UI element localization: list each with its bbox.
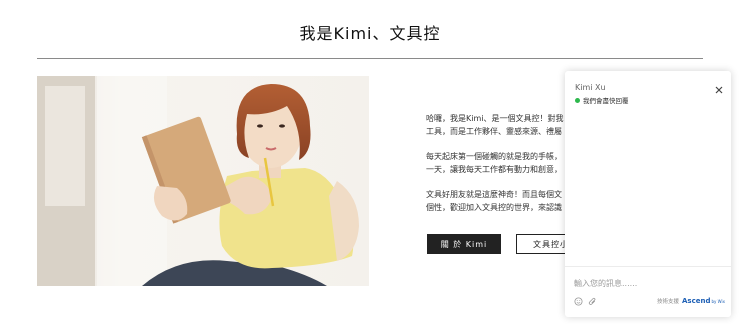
online-status-dot-icon bbox=[575, 97, 580, 103]
ascend-logo-suffix: by Wix bbox=[711, 299, 726, 304]
emoji-icon[interactable] bbox=[574, 297, 583, 306]
intro-line: 一天，讓我每天工作都有動力和創意， bbox=[426, 165, 562, 174]
chat-tools bbox=[574, 297, 597, 306]
hero-photo-woman-reading-notebook bbox=[37, 76, 369, 286]
ascend-logo[interactable]: Ascend bbox=[682, 297, 710, 305]
powered-by: 技術支援 Ascend by Wix bbox=[657, 297, 725, 305]
hero-photo bbox=[37, 76, 369, 286]
chat-status: 我們會盡快回覆 bbox=[575, 95, 629, 105]
intro-paragraph-1: 哈囉，我是Kimi、是一個文具控！對我 工具，而是工作夥伴、靈感來源、禮屬 bbox=[426, 112, 576, 138]
intro-text: 哈囉，我是Kimi、是一個文具控！對我 工具，而是工作夥伴、靈感來源、禮屬 每天… bbox=[426, 112, 576, 226]
title-divider bbox=[37, 58, 703, 59]
intro-paragraph-2: 每天起床第一個碰觸的就是我的手帳， 一天，讓我每天工作都有動力和創意， bbox=[426, 150, 576, 176]
chat-status-text: 我們會盡快回覆 bbox=[583, 97, 629, 105]
about-kimi-button[interactable]: 關 於 Kimi bbox=[427, 234, 501, 254]
powered-by-text: 技術支援 bbox=[657, 299, 680, 305]
page-title: 我是Kimi、文具控 bbox=[299, 24, 441, 43]
intro-line: 個性，歡迎加入文具控的世界，來認識 bbox=[426, 203, 562, 212]
attachment-icon[interactable] bbox=[588, 297, 597, 306]
intro-line: 工具，而是工作夥伴、靈感來源、禮屬 bbox=[426, 127, 562, 136]
intro-line: 每天起床第一個碰觸的就是我的手帳， bbox=[426, 152, 562, 161]
close-icon[interactable] bbox=[714, 85, 724, 95]
chat-agent-name: Kimi Xu bbox=[575, 83, 606, 92]
intro-line: 文具好朋友就是這麼神奇！而且每個文 bbox=[426, 190, 562, 199]
chat-divider bbox=[565, 266, 731, 267]
intro-line: 哈囉，我是Kimi、是一個文具控！對我 bbox=[426, 114, 564, 123]
intro-paragraph-3: 文具好朋友就是這麼神奇！而且每個文 個性，歡迎加入文具控的世界，來認識 bbox=[426, 188, 576, 214]
chat-widget: Kimi Xu 我們會盡快回覆 技術支援 Ascend by Wix bbox=[565, 71, 731, 317]
chat-message-input[interactable] bbox=[574, 276, 722, 290]
